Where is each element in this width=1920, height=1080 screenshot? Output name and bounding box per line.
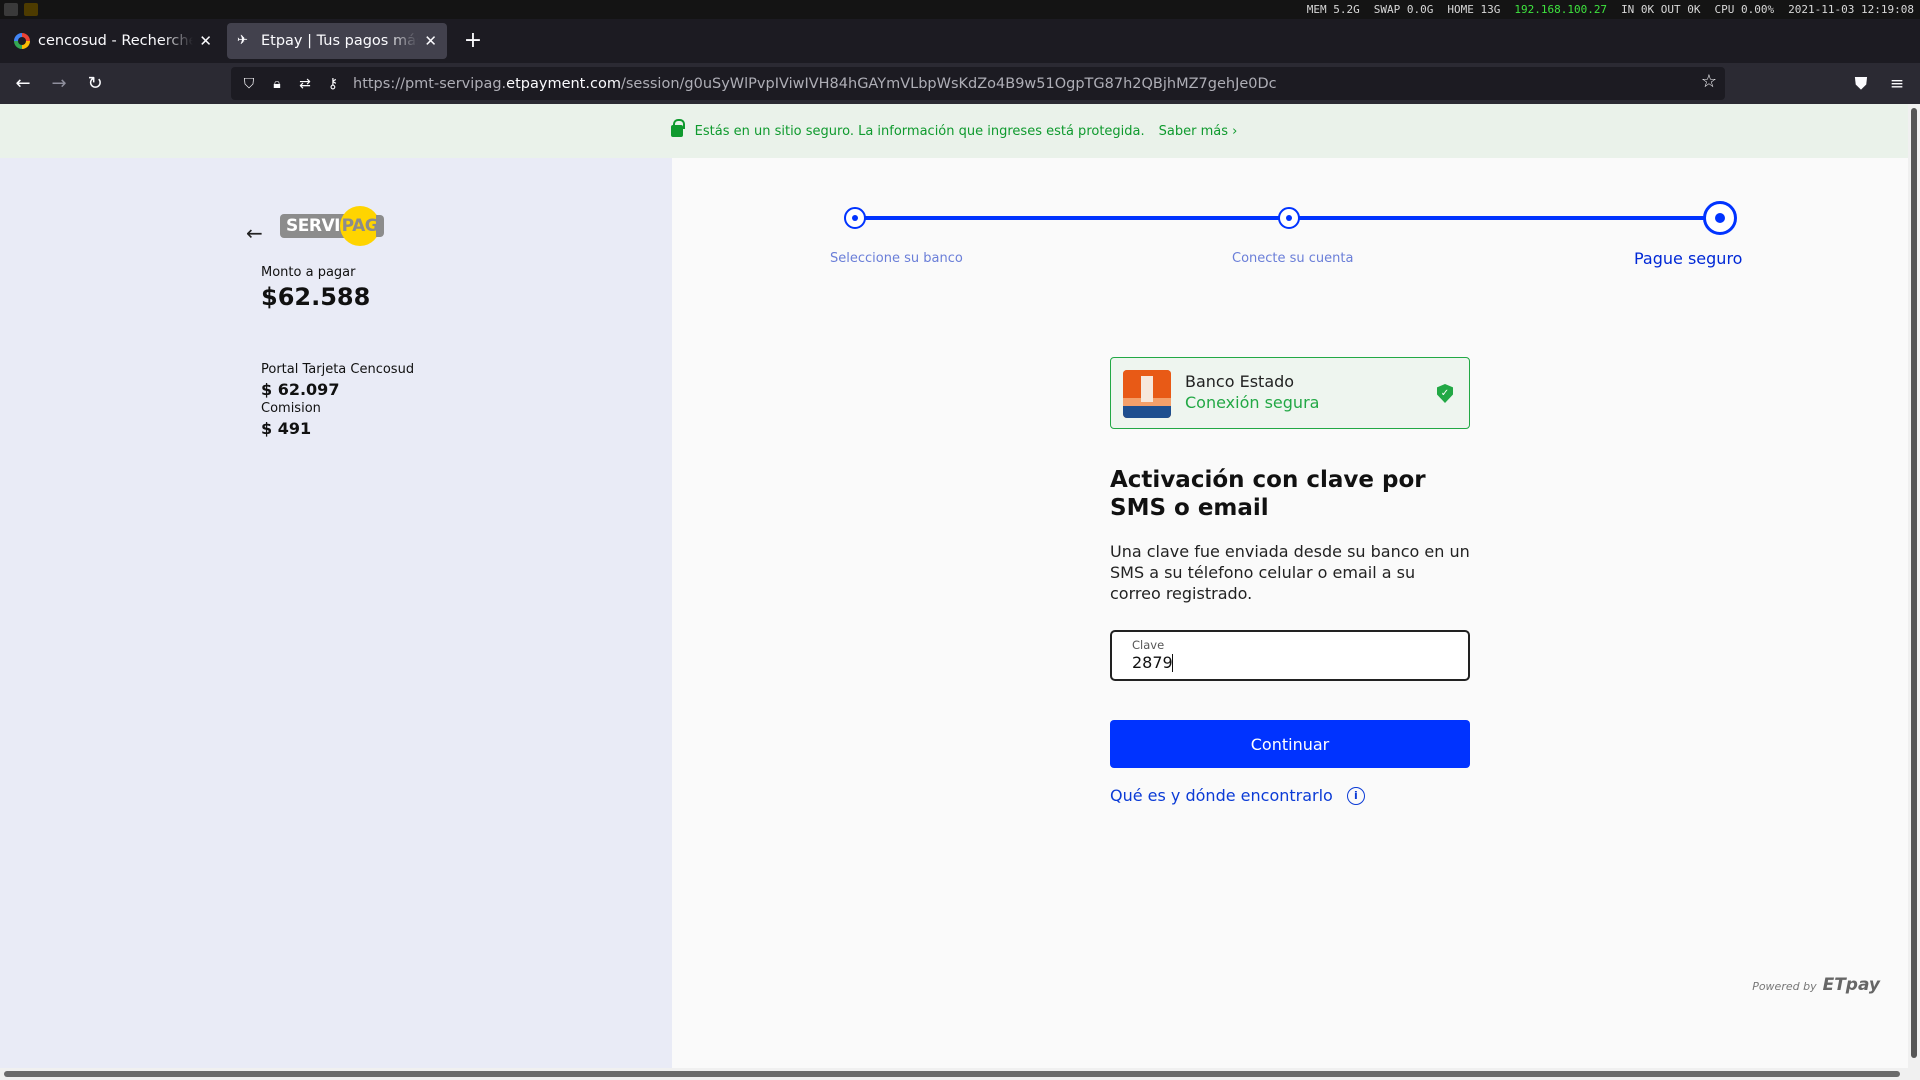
fee-label: Comision: [261, 401, 321, 416]
navigation-bar: ← → ↻ ⛉ 🔒︎ ⇄ ⚷ https://pmt-servipag.etpa…: [0, 63, 1920, 104]
google-icon: [14, 33, 30, 49]
etpay-logo: ETpay: [1822, 975, 1880, 995]
step-dot-2: [1278, 207, 1300, 229]
info-icon[interactable]: i: [1346, 786, 1365, 805]
continue-button[interactable]: Continuar: [1110, 720, 1470, 768]
amount-value: $62.588: [261, 283, 371, 311]
clave-label: Clave: [1132, 638, 1165, 652]
ip-readout: 192.168.100.27: [1514, 3, 1608, 16]
step-label-3: Pague seguro: [1634, 249, 1743, 268]
bank-logo-icon: [1123, 370, 1171, 418]
net-readout: IN 0K OUT 0K: [1621, 3, 1701, 16]
tab-title: Etpay | Tus pagos más seguros: [261, 33, 418, 49]
tab-google-search[interactable]: cencosud - Recherche Google ✕: [4, 23, 222, 59]
back-arrow-icon[interactable]: ←: [246, 221, 263, 245]
tab-title: cencosud - Recherche Google: [38, 33, 194, 49]
home-readout: HOME 13G: [1447, 3, 1501, 16]
tab-strip: cencosud - Recherche Google ✕ ✈ Etpay | …: [0, 19, 1920, 63]
url-path: /session/g0uSyWlPvpIViwIVH84hGAYmVLbpWsK…: [620, 75, 1277, 92]
payment-summary-panel: ← SERVI PAG Monto a pagar $62.588 Portal…: [0, 158, 672, 1068]
cpu-readout: CPU 0.00%: [1714, 3, 1775, 16]
servipag-logo: SERVI PAG: [280, 206, 384, 246]
url-domain: etpayment.com: [506, 75, 621, 92]
datetime-readout: 2021-11-03 12:19:08: [1788, 3, 1914, 16]
workspace-icon[interactable]: [4, 3, 18, 16]
vertical-scrollbar-thumb[interactable]: [1911, 108, 1917, 1058]
amount-label: Monto a pagar: [261, 265, 356, 280]
vertical-scrollbar[interactable]: [1908, 104, 1920, 1080]
powered-by-text: Powered by: [1752, 980, 1817, 993]
lock-icon[interactable]: 🔒︎: [263, 76, 291, 92]
help-link-text[interactable]: Qué es y dónde encontrarlo: [1110, 786, 1333, 805]
tab-etpay[interactable]: ✈ Etpay | Tus pagos más seguros ✕: [227, 23, 447, 59]
url-prefix: https://pmt-servipag.: [353, 75, 507, 92]
help-link[interactable]: Qué es y dónde encontrarlo i: [1110, 786, 1365, 805]
horizontal-scrollbar[interactable]: [0, 1068, 1908, 1080]
learn-more-link[interactable]: Saber más ›: [1159, 124, 1238, 139]
form-heading: Activación con clave por SMS o email: [1110, 467, 1426, 521]
bank-name: Banco Estado: [1185, 372, 1295, 391]
back-button[interactable]: ←: [8, 69, 38, 99]
permissions-icon[interactable]: ⇄: [291, 76, 319, 92]
tracking-protection-icon[interactable]: ⛉: [235, 76, 263, 92]
item-value: $ 62.097: [261, 380, 340, 399]
step-dot-1: [844, 207, 866, 229]
powered-by: Powered by ETpay: [1752, 975, 1880, 995]
close-tab-icon[interactable]: ✕: [199, 32, 212, 50]
app-indicator-icon[interactable]: [24, 3, 38, 16]
bookmark-star-icon[interactable]: ☆: [1701, 71, 1717, 92]
step-label-2: Conecte su cuenta: [1232, 251, 1354, 266]
clave-input[interactable]: [1132, 653, 1452, 672]
fee-value: $ 491: [261, 419, 312, 438]
shield-check-icon: ✓: [1437, 384, 1453, 403]
page-viewport: Estás en un sitio seguro. La información…: [0, 104, 1920, 1080]
new-tab-button[interactable]: +: [459, 27, 487, 55]
logo-text-left: SERVI: [280, 214, 346, 238]
horizontal-scrollbar-thumb[interactable]: [4, 1071, 1900, 1077]
etpay-icon: ✈: [237, 33, 248, 48]
swap-readout: SWAP 0.0G: [1373, 3, 1434, 16]
mem-readout: MEM 5.2G: [1306, 3, 1360, 16]
form-description: Una clave fue enviada desde su banco en …: [1110, 542, 1470, 603]
menu-icon[interactable]: ≡: [1882, 69, 1912, 99]
text-caret: [1172, 654, 1173, 672]
close-tab-icon[interactable]: ✕: [424, 32, 437, 50]
step-dot-3: [1703, 201, 1737, 235]
item-label: Portal Tarjeta Cencosud: [261, 362, 415, 377]
logo-text-right: PAG: [339, 206, 380, 246]
logo-tail: [375, 215, 384, 237]
reload-button[interactable]: ↻: [80, 69, 110, 99]
bank-status: Conexión segura: [1185, 393, 1320, 412]
forward-button[interactable]: →: [44, 69, 74, 99]
step-label-1: Seleccione su banco: [830, 251, 963, 266]
url-text[interactable]: https://pmt-servipag.etpayment.com/sessi…: [353, 76, 1277, 92]
system-status-bar: MEM 5.2G SWAP 0.0G HOME 13G 192.168.100.…: [0, 0, 1920, 19]
clave-field[interactable]: Clave: [1110, 630, 1470, 681]
pocket-icon[interactable]: ⛊: [1846, 69, 1876, 99]
lock-icon: [670, 119, 685, 137]
key-icon[interactable]: ⚷: [319, 76, 347, 92]
address-bar[interactable]: ⛉ 🔒︎ ⇄ ⚷ https://pmt-servipag.etpayment.…: [231, 67, 1725, 100]
secure-text: Estás en un sitio seguro. La información…: [694, 123, 1145, 139]
bank-card: Banco Estado Conexión segura ✓: [1110, 357, 1470, 429]
secure-banner: Estás en un sitio seguro. La información…: [0, 104, 1908, 158]
